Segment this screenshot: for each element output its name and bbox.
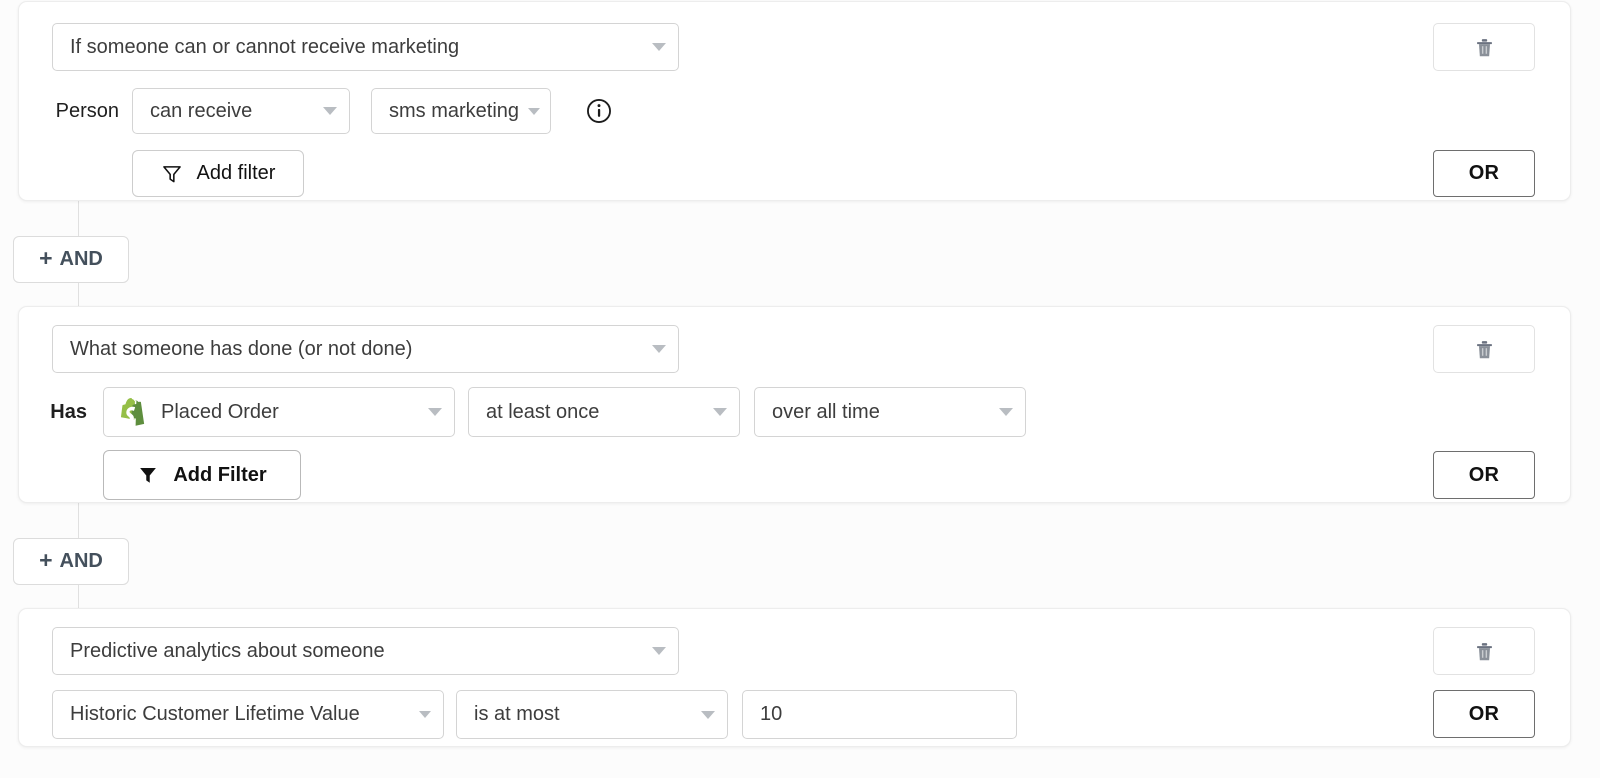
timeframe-select[interactable]: over all time [754, 387, 1026, 437]
delete-condition-button-2[interactable] [1433, 325, 1535, 373]
add-and-condition-button-2[interactable]: + AND [13, 538, 129, 585]
or-button-1[interactable]: OR [1433, 150, 1535, 197]
filter-solid-icon [137, 464, 159, 486]
plus-icon: + [39, 549, 52, 572]
row-label-person: Person [19, 88, 119, 134]
row-label-has: Has [19, 389, 87, 435]
predictive-value-input[interactable]: 10 [742, 690, 1017, 739]
plus-icon: + [39, 247, 52, 270]
condition-type-select-2[interactable]: What someone has done (or not done) [52, 325, 679, 373]
chevron-down-icon [652, 647, 666, 655]
person-channel-select[interactable]: sms marketing [371, 88, 551, 134]
chevron-down-icon [528, 108, 540, 115]
chevron-down-icon [419, 711, 431, 718]
or-button-3[interactable]: OR [1433, 690, 1535, 738]
shopify-icon [121, 397, 148, 427]
info-circle-icon[interactable] [586, 98, 612, 124]
condition-type-select-3[interactable]: Predictive analytics about someone [52, 627, 679, 675]
trash-icon [1475, 37, 1494, 58]
or-button-2[interactable]: OR [1433, 451, 1535, 499]
delete-condition-button-1[interactable] [1433, 23, 1535, 71]
predictive-attribute-select[interactable]: Historic Customer Lifetime Value [52, 690, 444, 739]
add-filter-button-2[interactable]: Add Filter [103, 450, 301, 500]
add-and-condition-button-1[interactable]: + AND [13, 236, 129, 283]
and-label: AND [60, 248, 103, 271]
condition-type-select-1[interactable]: If someone can or cannot receive marketi… [52, 23, 679, 71]
comparator-select[interactable]: is at most [456, 690, 728, 739]
chevron-down-icon [652, 43, 666, 51]
metric-select[interactable]: Placed Order [103, 387, 455, 437]
filter-outline-icon [161, 163, 183, 185]
person-operator-select[interactable]: can receive [132, 88, 350, 134]
predictive-value-text: 10 [760, 703, 782, 726]
chevron-down-icon [323, 107, 337, 115]
chevron-down-icon [999, 408, 1013, 416]
chevron-down-icon [713, 408, 727, 416]
chevron-down-icon [701, 711, 715, 719]
condition-card-3: Predictive analytics about someone Histo… [18, 608, 1571, 747]
frequency-select[interactable]: at least once [468, 387, 740, 437]
chevron-down-icon [652, 345, 666, 353]
trash-icon [1475, 339, 1494, 360]
add-filter-label: Add Filter [173, 464, 266, 487]
chevron-down-icon [428, 408, 442, 416]
condition-card-2: What someone has done (or not done) Has … [18, 306, 1571, 503]
add-filter-button-1[interactable]: Add filter [132, 150, 304, 197]
segment-builder-canvas: If someone can or cannot receive marketi… [0, 0, 1600, 778]
and-label: AND [60, 550, 103, 573]
trash-icon [1475, 641, 1494, 662]
condition-card-1: If someone can or cannot receive marketi… [18, 1, 1571, 201]
add-filter-label: Add filter [197, 162, 276, 185]
delete-condition-button-3[interactable] [1433, 627, 1535, 675]
